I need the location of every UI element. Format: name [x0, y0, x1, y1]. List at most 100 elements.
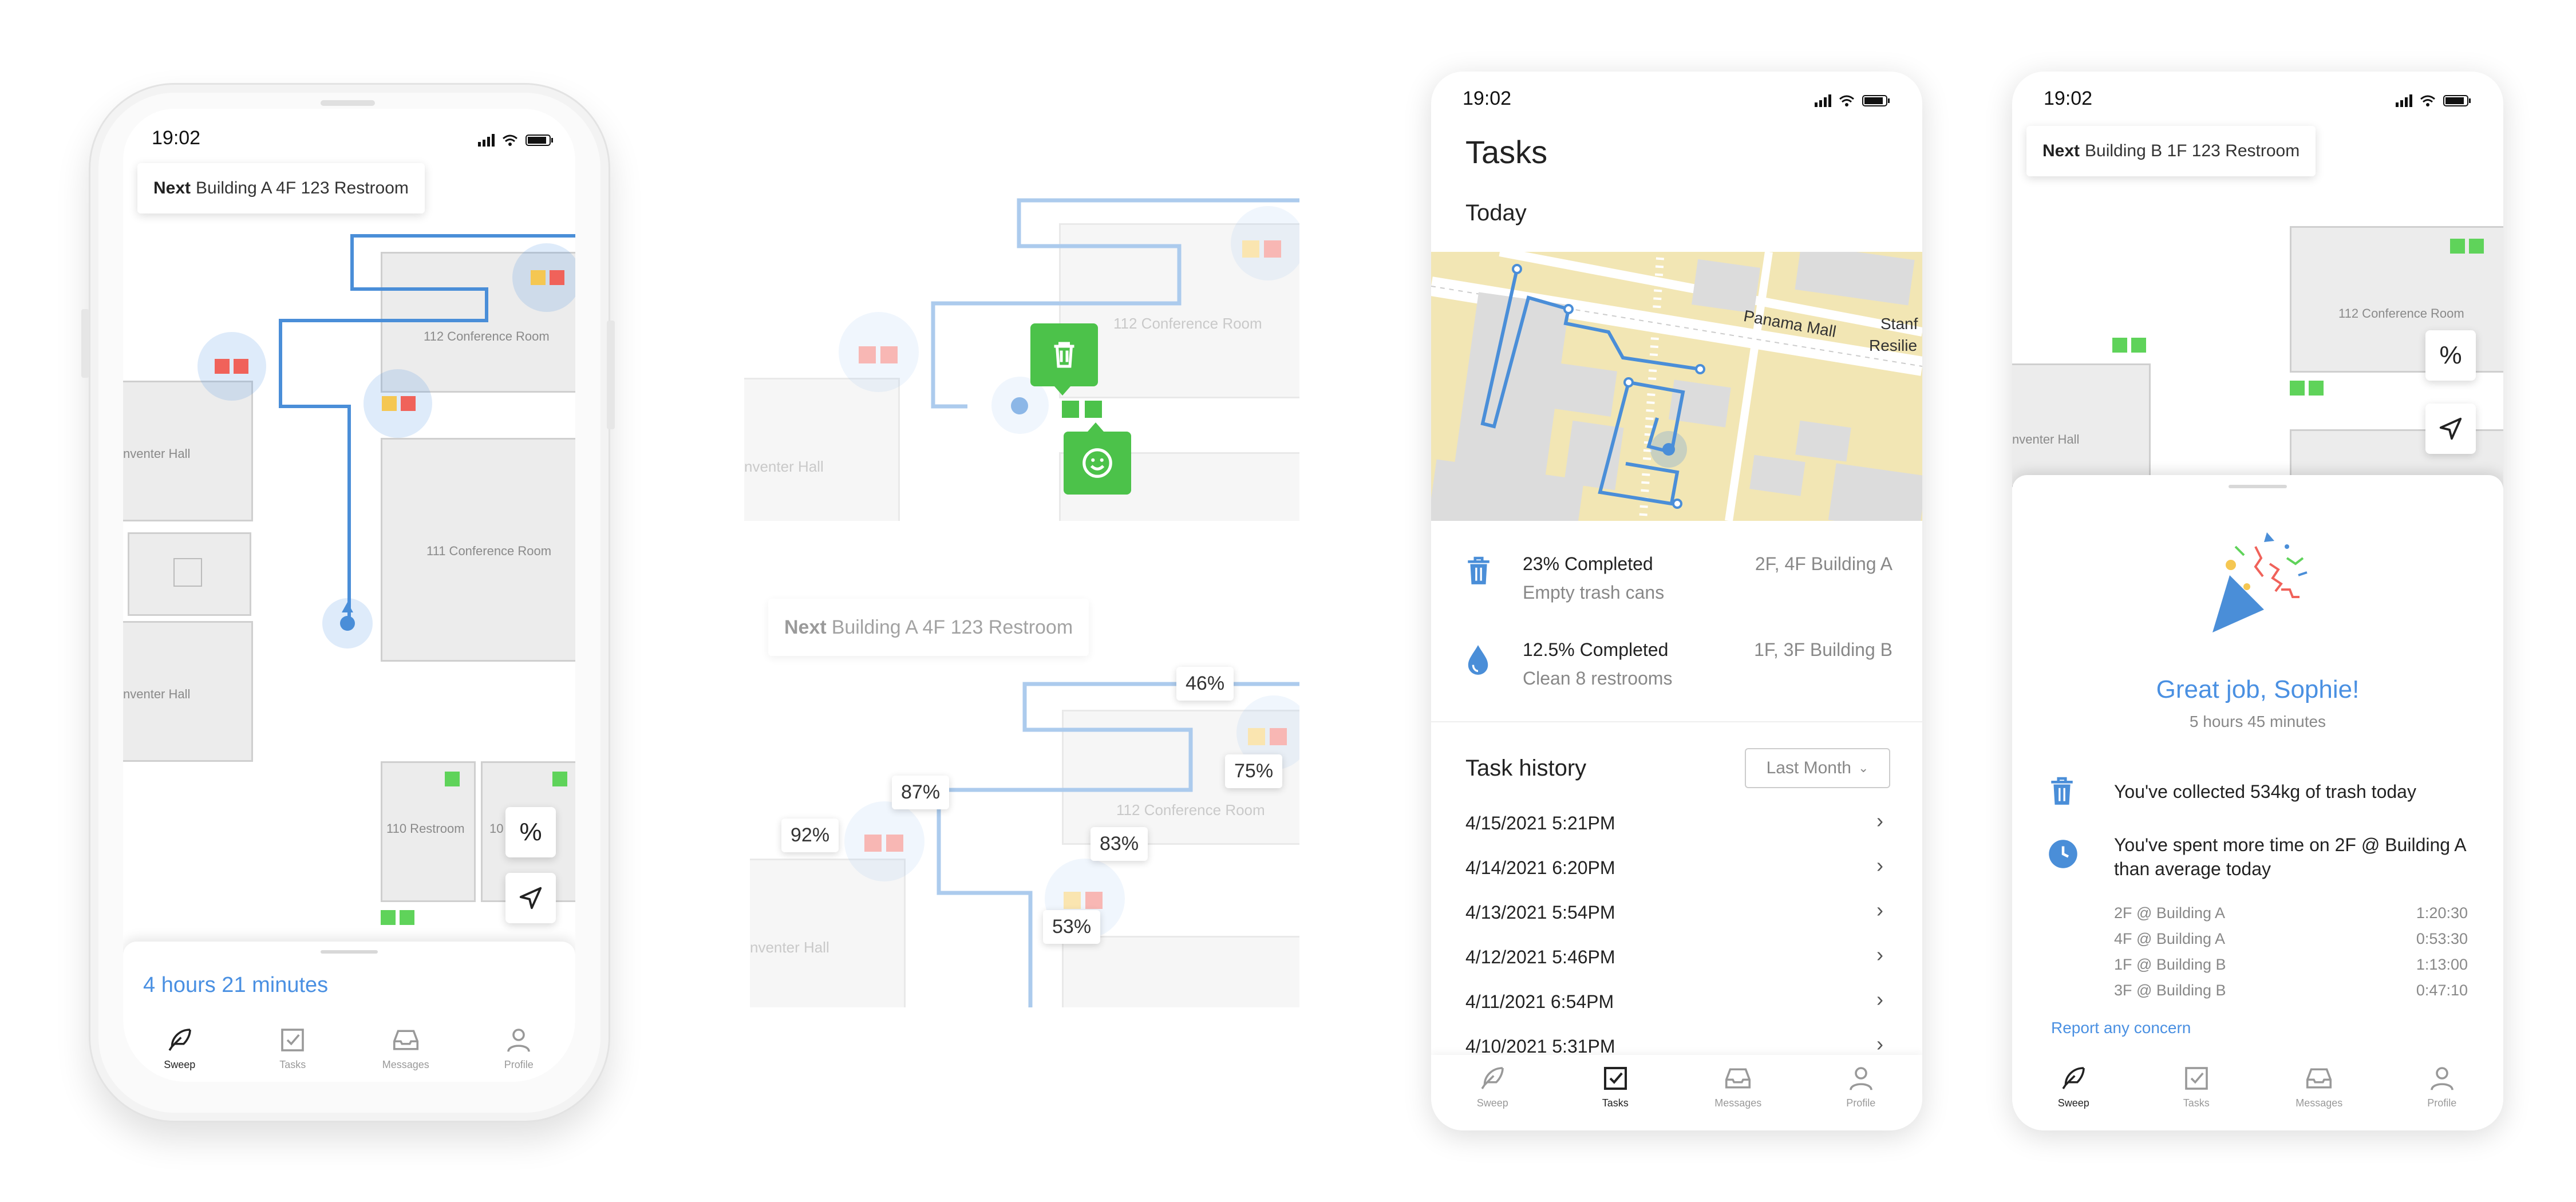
elapsed-time: 4 hours 21 minutes [143, 973, 329, 997]
tab-tasks[interactable]: Tasks [252, 1025, 333, 1071]
bin-green-detail[interactable] [1062, 401, 1079, 418]
fill-label-46[interactable]: 46% [1176, 667, 1234, 701]
tab-messages-label: Messages [1714, 1097, 1762, 1109]
bin-red[interactable] [550, 270, 564, 285]
report-concern-link[interactable]: Report any concern [2051, 1019, 2191, 1037]
history-filter-dropdown[interactable]: Last Month ⌄ [1745, 748, 1890, 788]
tab-bar: Sweep Tasks Messages Profile [123, 1025, 575, 1071]
fill-label-87[interactable]: 87% [892, 776, 950, 809]
trash-callout[interactable] [1030, 323, 1098, 386]
bin-red[interactable] [234, 359, 248, 374]
tab-messages-label: Messages [382, 1059, 429, 1070]
history-row[interactable]: 4/12/2021 5:46PM [1465, 947, 1615, 968]
history-row[interactable]: 4/14/2021 6:20PM [1465, 857, 1615, 879]
tab-bar: Sweep Tasks Messages Profile [1431, 1055, 1922, 1130]
status-time: 19:02 [1463, 88, 1512, 109]
tab-tasks[interactable]: Tasks [1575, 1063, 1656, 1130]
map-percent-panel: Next Building A 4F 123 Restroom 112 Confe… [750, 595, 1299, 1007]
breakdown-place: 4F @ Building A [2114, 930, 2226, 947]
bin-green[interactable] [400, 910, 414, 925]
sheet-handle[interactable] [2229, 485, 2287, 488]
tab-sweep[interactable]: Sweep [140, 1025, 220, 1071]
hall-label: nventer Hall [2012, 432, 2080, 446]
tab-messages[interactable]: Messages [1698, 1063, 1778, 1130]
person-icon [2430, 1067, 2453, 1090]
tab-sweep-label: Sweep [164, 1059, 196, 1070]
navigate-button[interactable] [505, 873, 556, 923]
history-row[interactable]: 4/11/2021 6:54PM [1465, 991, 1614, 1013]
phone-side-button-left [81, 309, 89, 378]
stat-trash-collected: You've collected 534kg of trash today [2114, 781, 2416, 802]
task-trash-location: 2F, 4F Building A [1755, 553, 1893, 574]
tab-tasks-label: Tasks [1602, 1097, 1629, 1109]
bin-yellow-pct [1248, 728, 1265, 745]
room-110-label: 110 Restroom [386, 821, 465, 836]
history-row[interactable]: 4/10/2021 5:31PM [1465, 1036, 1615, 1053]
navigate-button[interactable] [2425, 404, 2476, 454]
water-drop-icon [1468, 645, 1488, 675]
bin-red[interactable] [401, 396, 416, 411]
bin-yellow[interactable] [531, 270, 546, 285]
chevron-right-icon: › [1876, 987, 1883, 1011]
sheet-handle[interactable] [321, 950, 378, 954]
percent-button[interactable]: % [505, 807, 556, 857]
checkbox-icon [2184, 1067, 2208, 1090]
tab-tasks-label: Tasks [2183, 1097, 2210, 1109]
next-destination-card[interactable]: Next Building B 1F 123 Restroom [2026, 126, 2316, 176]
history-filter-value: Last Month [1766, 758, 1851, 777]
bin-green[interactable] [552, 772, 567, 786]
tab-profile[interactable]: Profile [1821, 1063, 1901, 1130]
breakdown-time: 0:53:30 [2416, 930, 2468, 947]
tab-profile[interactable]: Profile [479, 1025, 559, 1071]
inbox-icon [2306, 1068, 2332, 1089]
fill-label-75[interactable]: 75% [1225, 754, 1283, 788]
next-destination: Building B 1F 123 Restroom [2085, 141, 2300, 160]
bin-green[interactable] [2309, 381, 2324, 396]
hall[interactable] [2012, 363, 2151, 487]
bin-green[interactable] [2469, 239, 2484, 254]
fill-label-92[interactable]: 92% [781, 819, 839, 852]
campus-map[interactable]: Panama Mall Stanf Resilie [1431, 252, 1922, 521]
bin-green[interactable] [445, 772, 460, 786]
tab-sweep[interactable]: Sweep [2033, 1063, 2113, 1130]
bin-green[interactable] [381, 910, 396, 925]
history-row[interactable]: 4/13/2021 5:54PM [1465, 902, 1615, 923]
bin-yellow[interactable] [382, 396, 397, 411]
map-label-resilience: Resilie [1869, 337, 1918, 354]
feather-icon [168, 1029, 191, 1051]
user-location-icon [340, 616, 355, 631]
bin-green-detail[interactable] [1085, 401, 1102, 418]
tasks-screen: 19:02 Tasks Today Panama Mall Stanf Resi… [1431, 72, 1922, 1130]
callout-pointer-up [1088, 422, 1104, 432]
tab-profile[interactable]: Profile [2402, 1063, 2482, 1130]
task-restroom-progress: 12.5% Completed [1523, 639, 1669, 660]
tab-sweep[interactable]: Sweep [1452, 1063, 1532, 1130]
percent-button[interactable]: % [2425, 330, 2476, 381]
chevron-right-icon: › [1876, 898, 1883, 922]
feather-icon [2062, 1067, 2085, 1089]
tab-tasks[interactable]: Tasks [2156, 1063, 2237, 1130]
history-row[interactable]: 4/15/2021 5:21PM [1465, 813, 1615, 834]
chevron-right-icon: › [1876, 1032, 1883, 1055]
next-label: Next [2042, 141, 2080, 160]
bin-green[interactable] [2450, 239, 2465, 254]
breakdown-time: 1:13:00 [2416, 956, 2468, 973]
bin-green[interactable] [2290, 381, 2305, 396]
tab-sweep-label: Sweep [2057, 1097, 2089, 1109]
status-icons [2396, 94, 2471, 107]
breakdown-time: 1:20:30 [2416, 904, 2468, 922]
bin-green[interactable] [2112, 338, 2127, 353]
trash-icon [2051, 777, 2073, 805]
tab-messages[interactable]: Messages [366, 1025, 446, 1071]
fill-label-53[interactable]: 53% [1043, 910, 1101, 944]
status-icons [1815, 94, 1890, 107]
tab-sweep-label: Sweep [1476, 1097, 1508, 1109]
happy-callout[interactable] [1064, 432, 1131, 495]
bin-halo-detail [839, 312, 919, 392]
navigation-arrow-icon [2439, 417, 2462, 440]
bin-red[interactable] [215, 359, 230, 374]
tab-messages[interactable]: Messages [2279, 1063, 2359, 1130]
bin-green[interactable] [2131, 338, 2146, 353]
inbox-icon [1725, 1068, 1751, 1089]
fill-label-83[interactable]: 83% [1091, 827, 1148, 861]
